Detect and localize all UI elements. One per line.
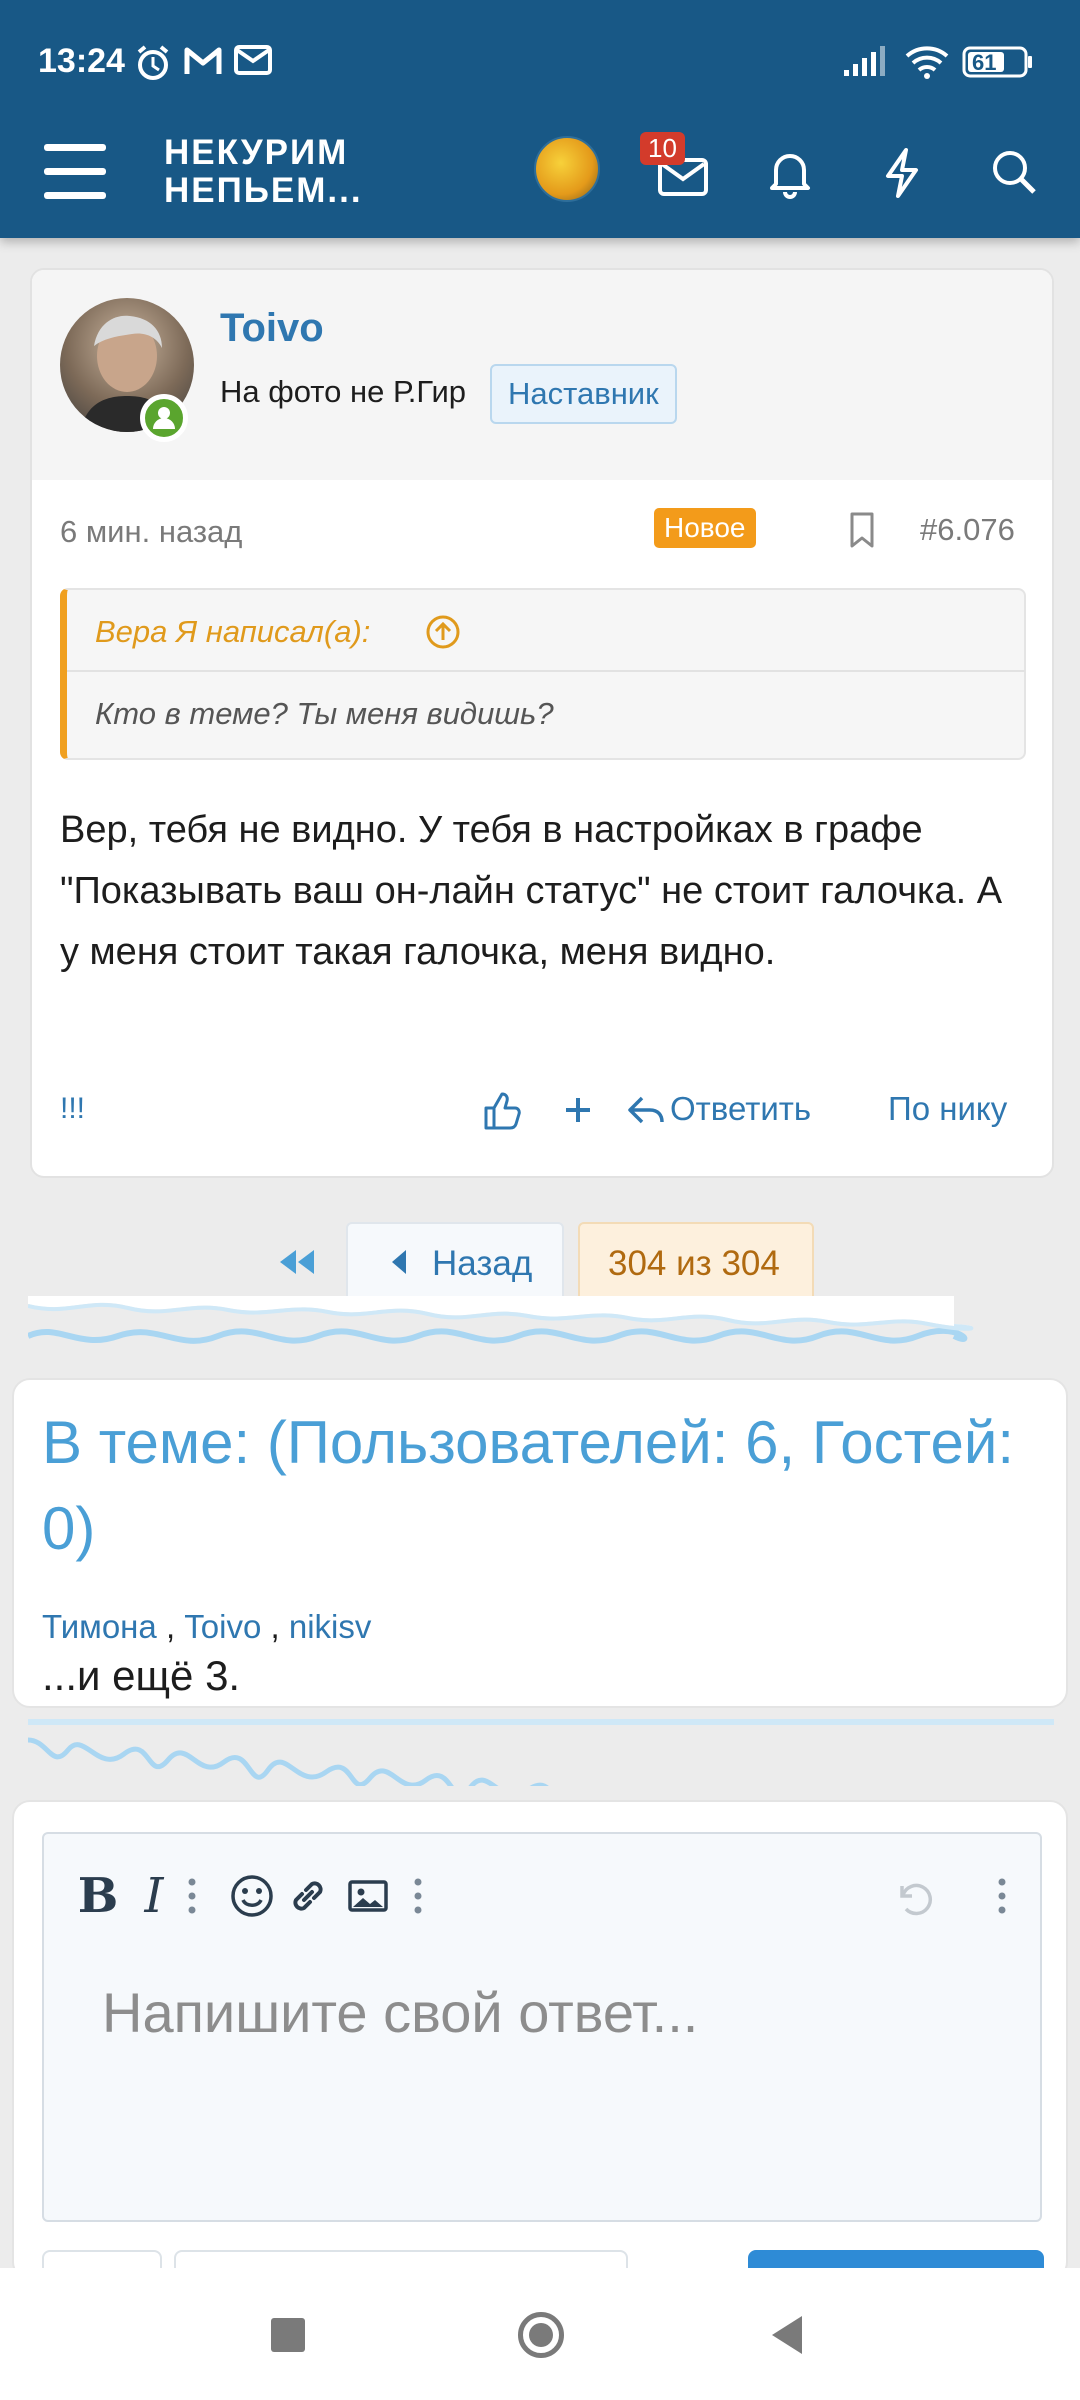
signal-icon	[842, 44, 888, 83]
mail-icon	[234, 44, 272, 81]
author-title: На фото не Р.Гир	[220, 374, 467, 409]
bell-icon[interactable]	[756, 138, 824, 206]
icicle-decoration	[28, 1719, 1054, 1786]
wifi-icon	[904, 44, 950, 85]
recent-apps-icon[interactable]	[271, 2318, 305, 2352]
home-icon[interactable]	[518, 2312, 564, 2358]
post-time[interactable]: 6 мин. назад	[60, 514, 242, 550]
quote-text: Кто в теме? Ты меня видишь?	[95, 696, 554, 731]
quote-divider	[67, 670, 1025, 672]
gmail-icon	[184, 44, 222, 83]
online-users-block: В теме: (Пользователей: 6, Гостей: 0) Ти…	[12, 1378, 1068, 1708]
arrow-up-circle-icon[interactable]	[423, 612, 463, 652]
reply-button[interactable]: Ответить	[670, 1090, 811, 1128]
bold-icon[interactable]: B	[70, 1868, 126, 1924]
forum-post: Toivo На фото не Р.Гир Наставник 6 мин. …	[30, 268, 1054, 1178]
online-users-separator: ,	[270, 1608, 280, 1645]
post-actions: !!! Ответить По нику	[32, 1082, 1052, 1142]
inbox-count-badge: 10	[640, 132, 685, 165]
reply-icon[interactable]	[624, 1088, 668, 1132]
bookmark-icon[interactable]	[842, 508, 882, 552]
online-users-list: Тимона , Toivo , nikisv	[42, 1608, 371, 1646]
online-user-link[interactable]: Toivo	[184, 1608, 261, 1645]
logo-line-2: НЕПЬЕМ...	[164, 171, 363, 210]
online-user-link[interactable]: Тимона	[42, 1608, 157, 1645]
back-icon[interactable]	[772, 2316, 802, 2354]
more-options-icon[interactable]	[974, 1868, 1030, 1924]
online-status-icon	[140, 394, 188, 442]
emoji-icon[interactable]	[224, 1868, 280, 1924]
online-users-title[interactable]: В теме: (Пользователей: 6, Гостей: 0)	[42, 1400, 1022, 1572]
more-insert-options-icon[interactable]	[390, 1868, 446, 1924]
avatar[interactable]	[534, 136, 600, 202]
plus-icon[interactable]	[556, 1088, 600, 1132]
alarm-icon	[134, 44, 172, 87]
current-page-label: 304 из 304	[608, 1244, 780, 1283]
system-navigation-bar	[0, 2268, 1080, 2400]
reply-editor[interactable]: B I Напишите свой ответ...	[42, 1832, 1042, 2222]
post-number[interactable]: #6.076	[920, 512, 1015, 548]
report-link[interactable]: !!!	[60, 1092, 85, 1126]
post-body: Вер, тебя не видно. У тебя в настройках …	[60, 809, 1003, 973]
first-page-icon[interactable]	[268, 1240, 324, 1284]
quote-block: Вера Я написал(а): Кто в теме? Ты меня в…	[60, 588, 1026, 760]
online-users-more[interactable]: ...и ещё 3.	[42, 1652, 240, 1700]
image-icon[interactable]	[340, 1868, 396, 1924]
undo-icon[interactable]	[884, 1868, 940, 1924]
battery-level: 61	[972, 50, 997, 75]
reply-placeholder: Напишите свой ответ...	[102, 1981, 699, 2044]
menu-icon[interactable]	[44, 144, 106, 200]
author-name[interactable]: Toivo	[220, 306, 324, 351]
online-users-separator: ,	[165, 1608, 176, 1645]
reply-form: B I Напишите свой ответ...	[12, 1800, 1068, 2290]
logo-line-1: НЕКУРИМ	[164, 133, 349, 172]
link-icon[interactable]	[280, 1868, 336, 1924]
lightning-icon[interactable]	[868, 138, 936, 206]
quote-author[interactable]: Вера Я написал(а):	[95, 614, 370, 650]
post-author-block: Toivo На фото не Р.Гир Наставник	[32, 270, 1052, 480]
by-nick-button[interactable]: По нику	[888, 1090, 1007, 1128]
nav-row: НЕКУРИМ НЕПЬЕМ... 10	[0, 120, 1080, 238]
caret-left-icon	[392, 1250, 406, 1274]
online-user-link[interactable]: nikisv	[289, 1608, 372, 1645]
site-logo[interactable]: НЕКУРИМ НЕПЬЕМ...	[164, 134, 363, 210]
thumbs-up-icon[interactable]	[480, 1088, 524, 1132]
prev-page-button[interactable]: Назад	[346, 1222, 564, 1302]
snow-decoration	[28, 1296, 974, 1344]
more-text-options-icon[interactable]	[164, 1868, 220, 1924]
author-banner: Наставник	[490, 364, 677, 424]
current-page-indicator[interactable]: 304 из 304	[578, 1222, 814, 1302]
app-header: 13:24 61 НЕКУРИМ НЕПЬЕМ... 10	[0, 0, 1080, 238]
prev-page-label: Назад	[432, 1244, 533, 1283]
new-badge: Новое	[654, 508, 756, 548]
status-time: 13:24	[38, 42, 125, 80]
status-bar: 13:24 61	[0, 0, 1080, 120]
search-icon[interactable]	[980, 138, 1048, 206]
